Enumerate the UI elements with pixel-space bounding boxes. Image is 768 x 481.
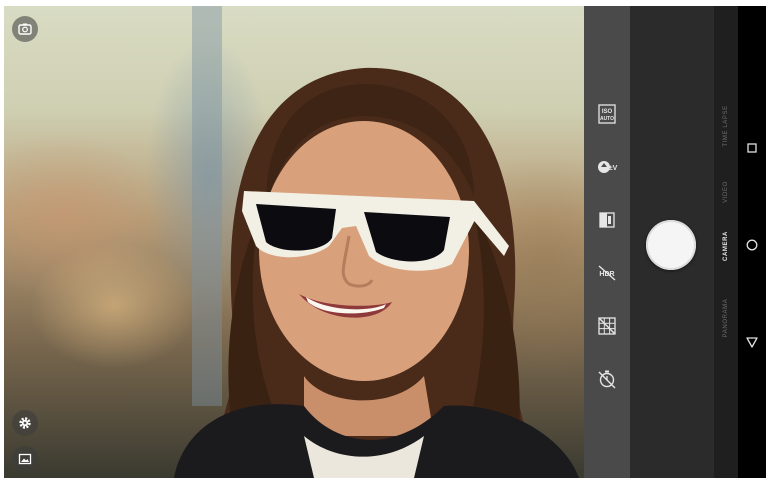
svg-text:±V: ±V <box>609 165 618 172</box>
grid-button[interactable] <box>595 314 619 338</box>
shutter-button[interactable] <box>646 220 696 270</box>
camera-switch-button[interactable] <box>12 16 38 42</box>
settings-gear-icon <box>19 417 31 429</box>
camera-settings-strip: ISO AUTO ±V HDR <box>584 6 630 478</box>
svg-text:AUTO: AUTO <box>600 116 614 122</box>
exposure-compensation-icon: ±V <box>598 161 618 173</box>
back-triangle-icon <box>746 337 758 348</box>
gallery-icon <box>18 453 32 465</box>
white-balance-icon <box>599 212 615 228</box>
recents-square-icon <box>747 143 757 153</box>
mode-video[interactable]: VIDEO <box>723 181 729 203</box>
settings-button[interactable] <box>12 410 38 436</box>
shutter-area <box>630 6 714 478</box>
preview-photo <box>174 6 579 478</box>
system-nav-bar <box>738 6 766 478</box>
iso-button[interactable]: ISO AUTO <box>595 102 619 126</box>
mode-camera[interactable]: CAMERA <box>723 231 729 261</box>
gallery-button[interactable] <box>12 446 38 472</box>
mode-panorama[interactable]: PANORAMA <box>723 299 729 338</box>
timer-button[interactable] <box>595 367 619 391</box>
exposure-button[interactable]: ±V <box>595 155 619 179</box>
back-button[interactable] <box>744 334 760 350</box>
svg-text:ISO: ISO <box>602 109 613 115</box>
viewfinder-preview[interactable] <box>4 6 584 478</box>
camera-screen: ISO AUTO ±V HDR TIME LAPSE VIDEO CAMERA … <box>4 6 766 478</box>
grid-icon <box>598 317 616 335</box>
hdr-off-icon: HDR <box>598 265 616 281</box>
mode-selector: TIME LAPSE VIDEO CAMERA PANORAMA <box>714 6 738 478</box>
timer-icon <box>598 370 616 389</box>
home-button[interactable] <box>744 237 760 253</box>
recents-button[interactable] <box>744 140 760 156</box>
iso-auto-icon: ISO AUTO <box>598 104 616 124</box>
white-balance-button[interactable] <box>595 208 619 232</box>
mode-time-lapse[interactable]: TIME LAPSE <box>723 105 729 146</box>
hdr-button[interactable]: HDR <box>595 261 619 285</box>
home-circle-icon <box>746 239 758 251</box>
camera-switch-icon <box>18 23 32 35</box>
